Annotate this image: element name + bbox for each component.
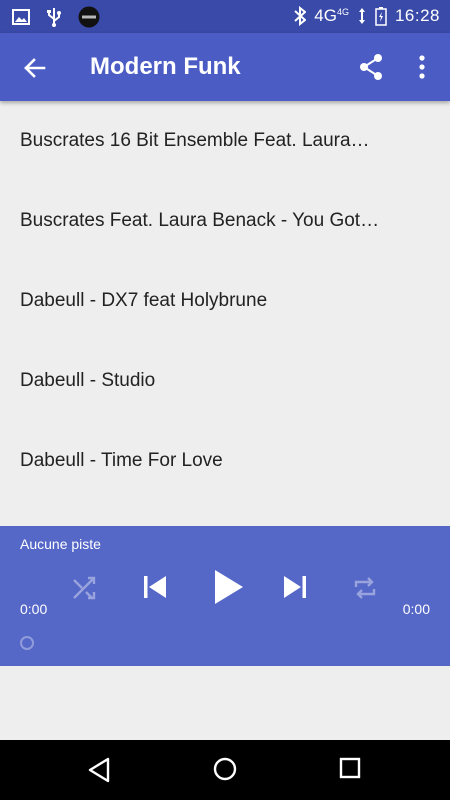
- back-arrow-icon[interactable]: [20, 53, 50, 83]
- page-title: Modern Funk: [90, 53, 241, 80]
- network-type: 4G: [314, 6, 337, 25]
- app-badge-icon: [78, 6, 100, 28]
- skip-previous-icon[interactable]: [142, 574, 168, 600]
- shuffle-icon[interactable]: [72, 576, 98, 600]
- nav-home-icon[interactable]: [213, 757, 237, 781]
- track-title: Buscrates 16 Bit Ensemble Feat. Laura…: [20, 130, 370, 151]
- list-item[interactable]: Buscrates 16 Bit Ensemble Feat. Laura…: [0, 101, 450, 181]
- share-icon[interactable]: [356, 52, 386, 82]
- nav-recents-icon[interactable]: [339, 757, 361, 779]
- bluetooth-icon: [294, 6, 307, 26]
- list-item[interactable]: Buscrates Feat. Laura Benack - You Got…: [0, 181, 450, 261]
- player-panel: Aucune piste 0:00 0:00: [0, 526, 450, 666]
- list-item[interactable]: Dabeull - Studio: [0, 341, 450, 421]
- repeat-icon[interactable]: [352, 576, 378, 600]
- signal-icon: [358, 8, 365, 24]
- track-title: Dabeull - Time For Love: [20, 450, 223, 471]
- nav-back-icon[interactable]: [88, 757, 110, 783]
- image-icon: [12, 9, 30, 25]
- list-item[interactable]: Dabeull - DX7 feat Holybrune: [0, 261, 450, 341]
- play-icon[interactable]: [213, 568, 245, 606]
- system-nav-bar: [0, 740, 450, 800]
- app-bar: Modern Funk: [0, 33, 450, 101]
- now-playing-title: Aucune piste: [20, 536, 101, 552]
- clock: 16:28: [394, 6, 440, 25]
- time-elapsed: 0:00: [20, 601, 48, 617]
- track-list: Buscrates 16 Bit Ensemble Feat. Laura… B…: [0, 101, 450, 501]
- list-item[interactable]: Dabeull - Time For Love: [0, 421, 450, 501]
- seek-handle[interactable]: [20, 636, 34, 650]
- battery-icon: [375, 7, 387, 26]
- network-type-small: 4G: [336, 7, 349, 17]
- track-title: Dabeull - Studio: [20, 370, 156, 391]
- skip-next-icon[interactable]: [282, 574, 308, 600]
- track-title: Dabeull - DX7 feat Holybrune: [20, 290, 268, 311]
- usb-icon: [47, 8, 61, 27]
- status-bar: 4G 4G 16:28: [0, 0, 450, 33]
- more-vert-icon[interactable]: [410, 52, 434, 82]
- track-title: Buscrates Feat. Laura Benack - You Got…: [20, 210, 380, 231]
- time-total: 0:00: [402, 601, 430, 617]
